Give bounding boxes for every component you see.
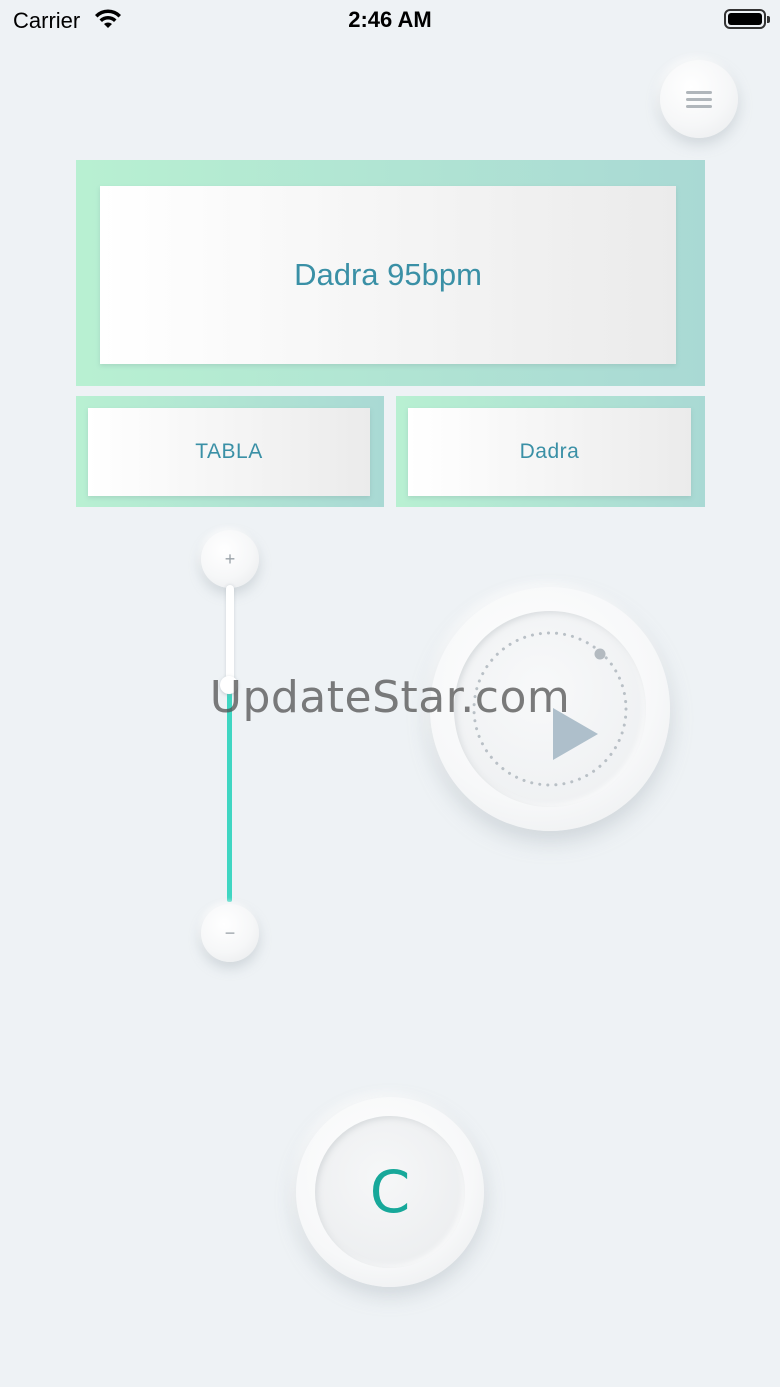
instrument-selector[interactable]: TABLA [76,396,384,507]
instrument-panel: TABLA [88,408,370,496]
tempo-slider-track[interactable] [226,585,234,685]
watermark: UpdateStar.com [209,672,571,723]
rhythm-title-panel: Dadra 95bpm [100,186,676,364]
tempo-increase-button[interactable]: + [201,530,259,588]
key-label: C [369,1158,411,1226]
taal-panel: Dadra [408,408,691,496]
rhythm-title: Dadra 95bpm [294,257,482,292]
taal-selector[interactable]: Dadra [396,396,705,507]
status-bar: Carrier 2:46 AM [0,0,780,40]
key-button[interactable]: C [296,1097,484,1287]
taal-label: Dadra [519,440,580,463]
battery-icon [724,9,770,29]
instrument-label: TABLA [195,440,263,463]
menu-button[interactable] [660,60,738,138]
clock: 2:46 AM [348,7,432,32]
tempo-decrease-button[interactable]: − [201,904,259,962]
key-button-face: C [315,1116,465,1268]
plus-icon: + [224,548,236,569]
rhythm-title-card: Dadra 95bpm [76,160,705,386]
minus-icon: − [224,922,236,943]
